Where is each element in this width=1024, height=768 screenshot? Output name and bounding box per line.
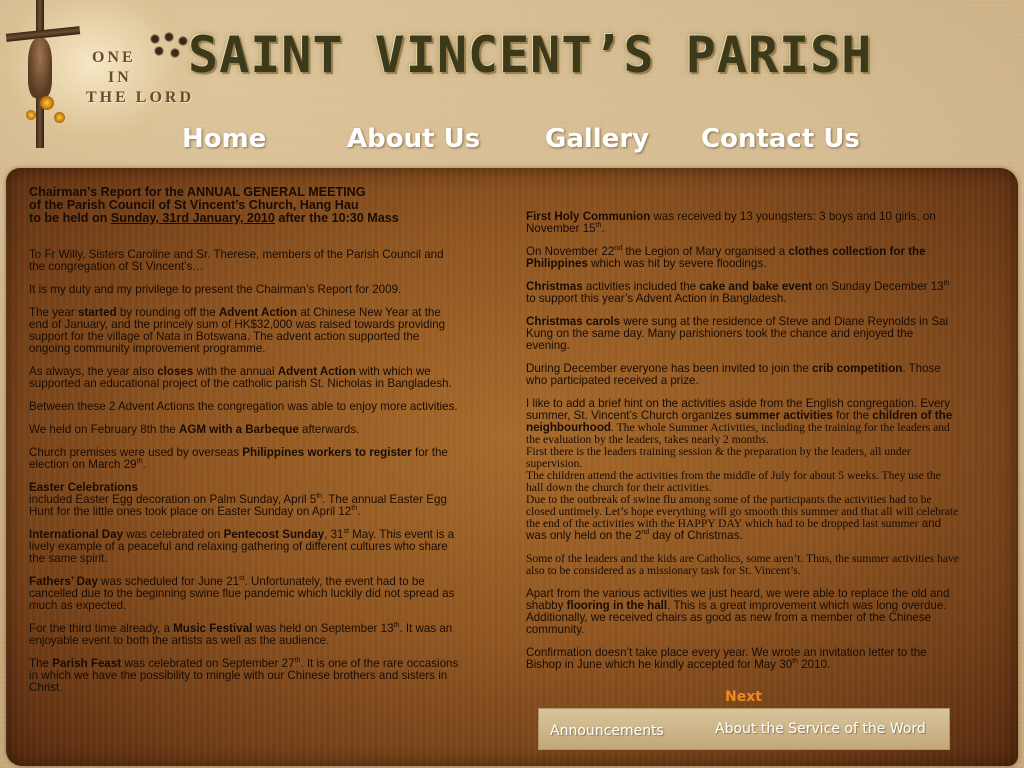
report-paragraph: Easter Celebrations included Easter Egg d…: [29, 481, 447, 518]
report-paragraph: We held on February 8th the AGM with a B…: [29, 423, 360, 436]
report-paragraph: During December everyone has been invite…: [526, 362, 941, 387]
heading-text: to be held on: [29, 211, 111, 225]
report-paragraph: International Day was celebrated on Pent…: [29, 528, 455, 565]
report-paragraph: For the third time already, a Music Fest…: [29, 622, 453, 647]
report-left-column: Chairman’s Report for the ANNUAL GENERAL…: [29, 186, 462, 705]
announcements-link[interactable]: Announcements: [550, 723, 664, 739]
motto-line: THE LORD: [86, 89, 195, 106]
bottom-link-bar: Announcements About the Service of the W…: [538, 708, 950, 750]
nav-about-us[interactable]: About Us: [347, 124, 480, 154]
report-paragraph: I like to add a brief hint on the activi…: [526, 397, 959, 542]
report-paragraph: Fathers’ Day was scheduled for June 21st…: [29, 575, 455, 612]
corpus-figure: [28, 38, 52, 98]
report-paragraph: Church premises were used by overseas Ph…: [29, 446, 448, 471]
report-paragraph: First Holy Communion was received by 13 …: [526, 210, 936, 235]
report-paragraph: As always, the year also closes with the…: [29, 365, 452, 390]
report-paragraph: Christmas activities included the cake a…: [526, 280, 950, 305]
next-page-link[interactable]: Next: [725, 689, 762, 705]
report-paragraph: Some of the leaders and the kids are Cat…: [526, 552, 959, 577]
report-paragraph: Apart from the various activities we jus…: [526, 587, 950, 636]
report-paragraph: The Parish Feast was celebrated on Septe…: [29, 657, 459, 694]
meeting-date: Sunday, 31rd January, 2010: [110, 211, 275, 225]
report-paragraph: On November 22nd the Legion of Mary orga…: [526, 245, 926, 270]
report-paragraph: To Fr Willy, Sisters Caroline and Sr. Th…: [29, 248, 444, 273]
site-title: SAINT VINCENT’S PARISH: [188, 26, 873, 84]
report-heading: Chairman’s Report for the ANNUAL GENERAL…: [29, 186, 462, 225]
nav-gallery[interactable]: Gallery: [545, 124, 649, 154]
heading-line: to be held on Sunday, 31rd January, 2010…: [29, 212, 462, 225]
report-paragraph: Between these 2 Advent Actions the congr…: [29, 400, 458, 413]
flower-icon: [40, 96, 54, 110]
flower-icon: [26, 110, 36, 120]
report-paragraph: The year started by rounding off the Adv…: [29, 306, 446, 355]
report-paragraph: Confirmation doesn’t take place every ye…: [526, 646, 927, 671]
report-right-column: First Holy Communion was received by 13 …: [526, 211, 960, 682]
heading-text: after the 10:30 Mass: [274, 211, 399, 225]
flower-icon: [54, 112, 65, 123]
service-of-the-word-link[interactable]: About the Service of the Word: [715, 721, 926, 737]
report-paragraph: It is my duty and my privilege to presen…: [29, 283, 402, 296]
main-nav: Home About Us Gallery Contact Us: [0, 124, 1024, 160]
nav-contact-us[interactable]: Contact Us: [701, 124, 860, 154]
nav-home[interactable]: Home: [182, 124, 266, 154]
report-paragraph: Christmas carols were sung at the reside…: [526, 315, 949, 352]
